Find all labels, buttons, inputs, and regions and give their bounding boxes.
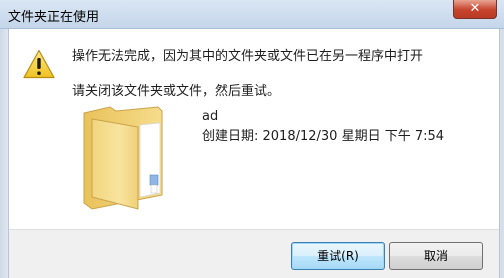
file-created-date: 创建日期: 2018/12/30 星期日 下午 7:54 — [202, 129, 445, 144]
file-name: ad — [202, 109, 219, 124]
title-bar[interactable]: 文件夹正在使用 ✕ — [0, 0, 504, 29]
dialog-content: 操作无法完成，因为其中的文件夹或文件已在另一程序中打开 请关闭该文件夹或文件，然… — [8, 29, 500, 278]
button-bar: 重试(R) 取消 — [9, 229, 499, 278]
cancel-button[interactable]: 取消 — [389, 242, 483, 270]
dialog-title: 文件夹正在使用 — [8, 10, 100, 25]
window-left-border — [0, 29, 8, 278]
close-icon: ✕ — [469, 1, 481, 16]
warning-icon — [23, 49, 55, 79]
sub-message: 请关闭该文件夹或文件，然后重试。 — [72, 84, 281, 99]
main-message: 操作无法完成，因为其中的文件夹或文件已在另一程序中打开 — [72, 49, 424, 64]
close-button[interactable]: ✕ — [453, 0, 497, 19]
dialog-window: 文件夹正在使用 ✕ 操作无法完成，因为其中的文件夹或文件已在另一程序中打开 请关… — [0, 0, 504, 278]
folder-icon — [83, 106, 163, 210]
retry-button[interactable]: 重试(R) — [291, 242, 385, 270]
